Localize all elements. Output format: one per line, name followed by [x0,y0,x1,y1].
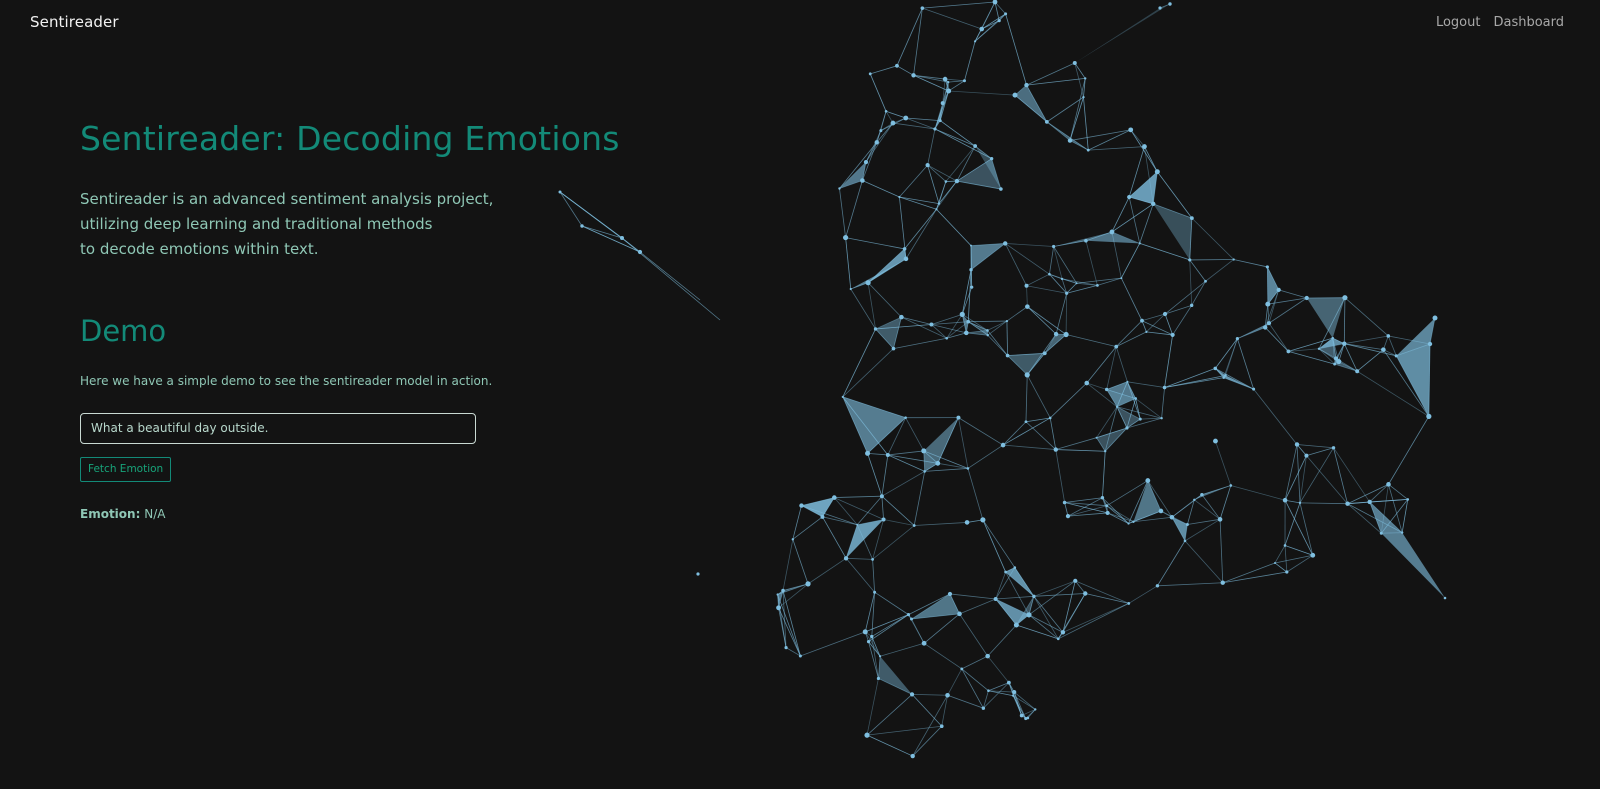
demo-description: Here we have a simple demo to see the se… [80,373,493,388]
text-input[interactable]: What a beautiful day outside. [80,412,476,444]
emotion-label: Emotion: [80,506,141,521]
hero-line: utilizing deep learning and traditional … [80,214,433,233]
emotion-value: N/A [144,506,166,521]
brand-logo-link[interactable]: Sentireader [30,13,119,31]
nav-links: Logout Dashboard [1436,15,1564,30]
main-content: Sentireader: Decoding Emotions Sentiread… [80,118,640,521]
top-navbar: Sentireader Logout Dashboard [0,0,1600,46]
dashboard-link[interactable]: Dashboard [1493,15,1564,30]
hero-line: Sentireader is an advanced sentiment ana… [80,189,494,208]
hero-description: Sentireader is an advanced sentiment ana… [80,187,640,262]
emotion-result: Emotion: N/A [80,507,640,521]
logout-link[interactable]: Logout [1436,15,1481,30]
page: Sentireader Logout Dashboard Sentireader… [0,0,1600,789]
fetch-emotion-button[interactable]: Fetch Emotion [80,456,172,482]
hero-title: Sentireader: Decoding Emotions [80,119,620,158]
hero-line: to decode emotions within text. [80,239,319,258]
demo-title: Demo [80,313,167,348]
